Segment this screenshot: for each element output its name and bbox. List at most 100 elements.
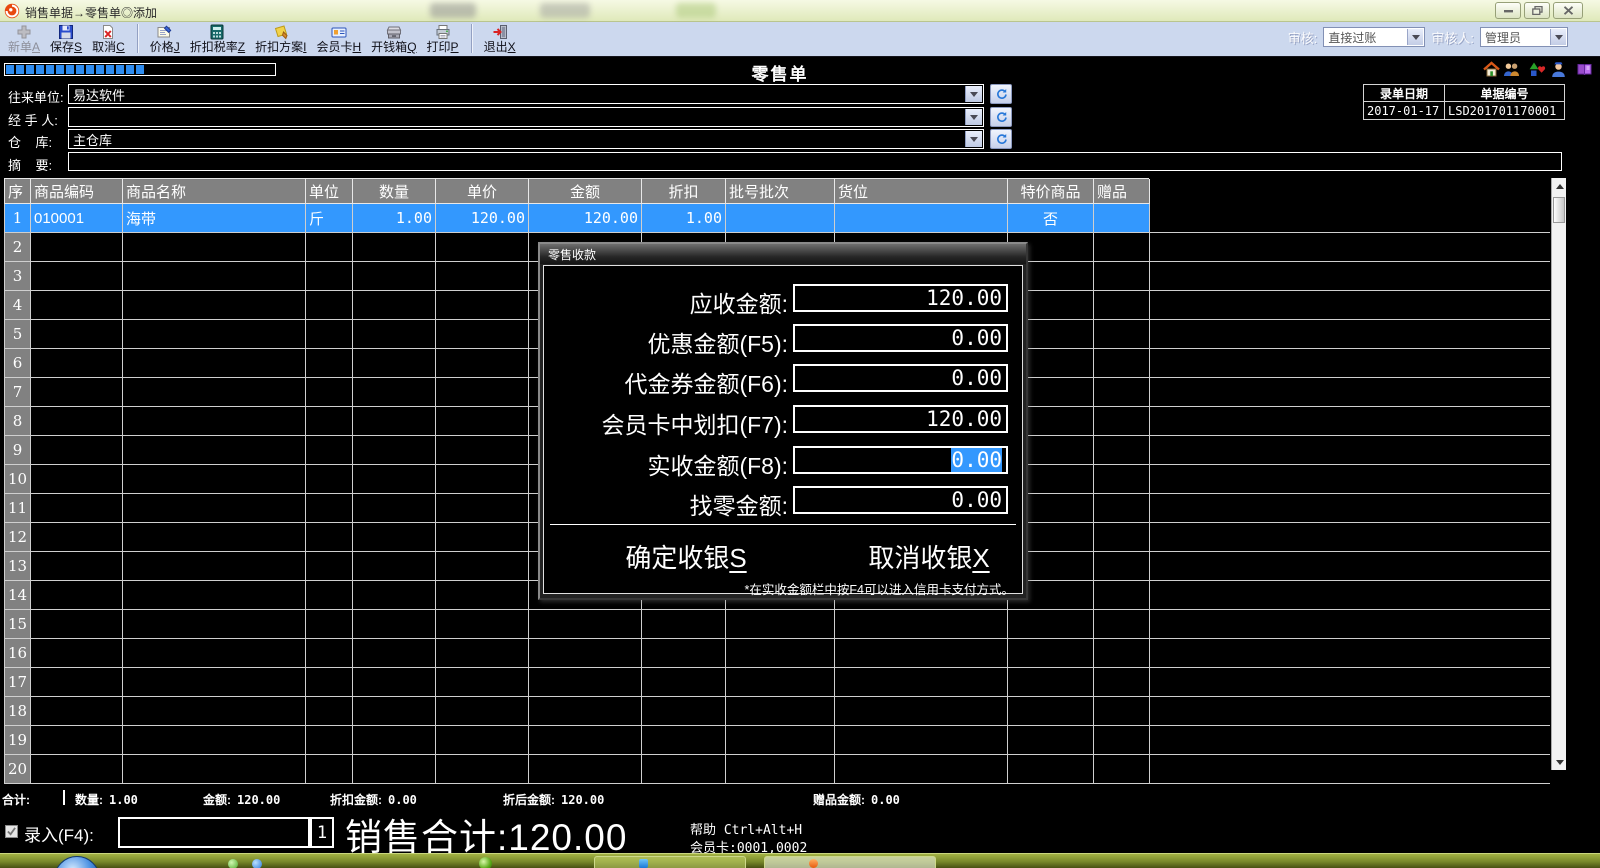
table-row[interactable]: 20 — [4, 755, 1550, 784]
table-cell[interactable] — [306, 407, 353, 435]
table-cell[interactable] — [726, 610, 835, 638]
table-cell[interactable] — [1094, 291, 1150, 319]
table-cell[interactable] — [436, 378, 529, 406]
table-cell[interactable] — [353, 581, 436, 609]
row-number-cell[interactable]: 8 — [5, 407, 31, 435]
shapes-icon[interactable] — [1529, 61, 1546, 78]
table-cell[interactable] — [1008, 726, 1094, 754]
table-cell[interactable] — [436, 523, 529, 551]
blue-dot-icon[interactable] — [252, 859, 262, 868]
table-cell[interactable] — [353, 755, 436, 783]
table-cell[interactable] — [31, 697, 123, 725]
table-cell[interactable] — [123, 349, 306, 377]
table-cell[interactable] — [31, 668, 123, 696]
table-cell[interactable] — [31, 610, 123, 638]
table-cell[interactable]: 海带 — [123, 204, 306, 232]
row-number-cell[interactable]: 9 — [5, 436, 31, 464]
table-cell[interactable] — [306, 378, 353, 406]
table-cell[interactable] — [436, 262, 529, 290]
home-icon[interactable] — [1483, 61, 1500, 78]
table-cell[interactable] — [353, 378, 436, 406]
scrollbar-thumb[interactable] — [1553, 197, 1565, 223]
table-cell[interactable] — [1094, 523, 1150, 551]
table-cell[interactable] — [1094, 262, 1150, 290]
chevron-down-icon[interactable] — [1550, 29, 1566, 45]
table-cell[interactable] — [1094, 581, 1150, 609]
table-cell[interactable] — [436, 668, 529, 696]
table-cell[interactable] — [123, 639, 306, 667]
table-cell[interactable] — [1094, 697, 1150, 725]
table-cell[interactable] — [726, 639, 835, 667]
table-cell[interactable] — [835, 610, 1008, 638]
table-cell[interactable] — [1008, 610, 1094, 638]
table-cell[interactable] — [31, 726, 123, 754]
table-cell[interactable] — [353, 233, 436, 261]
table-cell[interactable] — [353, 639, 436, 667]
table-cell[interactable] — [306, 233, 353, 261]
row-number-cell[interactable]: 1 — [5, 204, 31, 232]
table-row[interactable]: 17 — [4, 668, 1550, 697]
table-cell[interactable] — [306, 552, 353, 580]
table-cell[interactable] — [835, 726, 1008, 754]
auditor-select[interactable]: 管理员 — [1480, 27, 1568, 47]
table-cell[interactable] — [31, 755, 123, 783]
table-cell[interactable] — [642, 668, 726, 696]
table-cell[interactable] — [1094, 639, 1150, 667]
table-cell[interactable] — [436, 552, 529, 580]
table-cell[interactable] — [306, 320, 353, 348]
row-number-cell[interactable]: 2 — [5, 233, 31, 261]
table-cell[interactable] — [353, 726, 436, 754]
table-cell[interactable] — [31, 552, 123, 580]
table-cell[interactable] — [123, 610, 306, 638]
row-number-cell[interactable]: 13 — [5, 552, 31, 580]
table-cell[interactable] — [123, 320, 306, 348]
table-cell[interactable] — [353, 262, 436, 290]
discount-rate-button[interactable]: 折扣税率Z — [185, 22, 250, 55]
table-cell[interactable] — [642, 639, 726, 667]
table-cell[interactable] — [835, 668, 1008, 696]
table-cell[interactable] — [353, 494, 436, 522]
table-cell[interactable]: 1.00 — [353, 204, 436, 232]
table-cell[interactable] — [306, 581, 353, 609]
table-cell[interactable]: 120.00 — [436, 204, 529, 232]
row-number-cell[interactable]: 5 — [5, 320, 31, 348]
vertical-scrollbar[interactable] — [1551, 178, 1566, 770]
row-number-cell[interactable]: 18 — [5, 697, 31, 725]
table-cell[interactable] — [1094, 465, 1150, 493]
table-cell[interactable] — [1094, 755, 1150, 783]
minimize-button[interactable] — [1495, 2, 1521, 19]
new-doc-button[interactable]: 新单A — [3, 22, 45, 55]
table-cell[interactable] — [306, 436, 353, 464]
table-cell[interactable] — [436, 639, 529, 667]
table-cell[interactable] — [1094, 668, 1150, 696]
received-field[interactable]: 0.00 — [793, 446, 1008, 474]
table-cell[interactable] — [436, 494, 529, 522]
table-cell[interactable] — [1094, 552, 1150, 580]
table-cell[interactable] — [353, 552, 436, 580]
table-cell[interactable] — [436, 581, 529, 609]
table-cell[interactable] — [835, 755, 1008, 783]
cancel-cashier-button[interactable]: 取消收银X — [849, 538, 1009, 575]
table-cell[interactable] — [1094, 233, 1150, 261]
dialog-titlebar[interactable]: 零售收款 — [540, 244, 1026, 264]
table-row[interactable]: 1010001海带斤1.00120.00120.001.00否 — [4, 204, 1550, 233]
table-cell[interactable] — [726, 755, 835, 783]
table-cell[interactable] — [306, 494, 353, 522]
table-cell[interactable] — [31, 639, 123, 667]
price-button[interactable]: 价格J — [145, 22, 185, 55]
table-row[interactable]: 16 — [4, 639, 1550, 668]
table-cell[interactable] — [436, 320, 529, 348]
table-cell[interactable]: 斤 — [306, 204, 353, 232]
table-cell[interactable] — [123, 378, 306, 406]
change-field[interactable]: 0.00 — [793, 486, 1008, 514]
warehouse-combobox[interactable]: 主仓库 — [68, 129, 984, 149]
table-cell[interactable] — [642, 726, 726, 754]
table-cell[interactable]: 否 — [1008, 204, 1094, 232]
close-button[interactable] — [1553, 2, 1583, 19]
table-cell[interactable] — [31, 436, 123, 464]
table-cell[interactable] — [1008, 668, 1094, 696]
table-cell[interactable] — [31, 523, 123, 551]
table-cell[interactable] — [306, 262, 353, 290]
table-cell[interactable] — [306, 465, 353, 493]
scroll-down-icon[interactable] — [1552, 754, 1567, 770]
